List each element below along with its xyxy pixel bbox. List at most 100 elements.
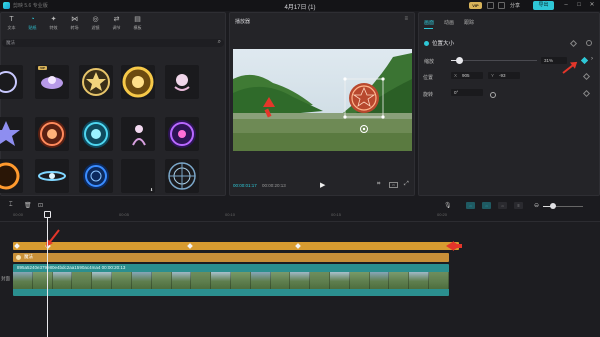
vip-badge[interactable]: VIP	[469, 2, 482, 9]
fullscreen-icon[interactable]: ⤢	[404, 181, 409, 188]
tab-text[interactable]: T 文本	[1, 13, 22, 35]
sticker-thumb	[0, 162, 20, 190]
media-panel: T 文本 ◔ 贴纸 ✦ 特效 ⋈ 转场 ◎ 滤镜 ⇄ 调节 ▤ 模板 魔法 ⌕	[0, 12, 226, 209]
close-icon[interactable]: ✕	[586, 0, 598, 11]
category-filter[interactable]: 魔法 ⌕	[2, 39, 224, 47]
tab-effects[interactable]: ✦ 特效	[43, 13, 64, 35]
crop-icon[interactable]: ⌗	[377, 181, 380, 188]
timeline-ruler[interactable]: 00:00 00:05 00:10 00:15 00:20	[0, 211, 600, 222]
sticker-tile[interactable]	[165, 65, 199, 99]
adjust-icon: ⇄	[113, 16, 120, 23]
sticker-tile[interactable]	[0, 159, 23, 193]
scale-slider-handle[interactable]	[456, 57, 463, 64]
keyframe-marker[interactable]	[295, 243, 301, 249]
video-thumbnail-frame	[290, 272, 311, 289]
position-y-field[interactable]: Y -93	[488, 72, 520, 79]
sticker-tile[interactable]	[0, 65, 23, 99]
sticker-clip[interactable]: 魔法	[13, 253, 449, 262]
rotate-dial-icon[interactable]	[490, 92, 496, 98]
share-button[interactable]: 分享	[510, 2, 520, 9]
download-icon[interactable]: ⬇	[150, 188, 154, 192]
video-clip-name: 895a5240e379e80e4bdc2aa1590ac4ma4 00:00:…	[17, 265, 126, 270]
sticker-tile[interactable]	[0, 117, 23, 151]
split-icon[interactable]: ⌶	[9, 202, 13, 209]
sticker-thumb	[82, 68, 110, 96]
ruler-tick-label: 00:00	[13, 212, 24, 217]
sticker-tile[interactable]: ⬇	[121, 159, 155, 193]
aspect-ratio-button[interactable]: ▭	[389, 182, 398, 188]
shortcut-icon[interactable]	[498, 2, 505, 9]
linkage-icon[interactable]: ⇔	[498, 202, 507, 209]
video-thumbnail-frame	[13, 272, 33, 289]
sticker-tile[interactable]	[35, 117, 69, 151]
player-panel: 播放器 ≡ 00:00:01:17 00:00:20:13 ▶ ⌗ ▭ ⤢	[229, 12, 415, 196]
playhead[interactable]	[47, 213, 48, 337]
position-x-field[interactable]: X 905	[451, 72, 483, 79]
tab-adjust[interactable]: ⇄ 调节	[106, 13, 127, 35]
next-keyframe-icon[interactable]: ›	[591, 56, 593, 62]
sticker-tile[interactable]	[35, 159, 69, 193]
annotation-arrow	[263, 97, 275, 118]
rotate-field[interactable]: 0°	[451, 89, 483, 96]
microphone-icon[interactable]: 🎙	[444, 202, 452, 209]
sticker-tile[interactable]	[79, 117, 113, 151]
maximize-icon[interactable]: □	[573, 0, 585, 11]
playhead-handle[interactable]	[44, 211, 51, 218]
zoom-out-icon[interactable]: ⊖	[534, 202, 539, 209]
keyframe-marker[interactable]	[14, 243, 20, 249]
sticker-tile[interactable]	[121, 65, 155, 99]
preview-axis-icon[interactable]: ≡	[514, 202, 523, 209]
layout-icon[interactable]	[487, 2, 494, 9]
scale-value-field[interactable]: 31%	[541, 57, 567, 64]
sticker-tile[interactable]	[165, 117, 199, 151]
section-toggle-icon[interactable]	[424, 41, 429, 46]
sticker-tile[interactable]: VIP	[35, 65, 69, 99]
tab-transition[interactable]: ⋈ 转场	[64, 13, 85, 35]
sticker-tile[interactable]	[79, 65, 113, 99]
tab-template[interactable]: ▤ 模板	[127, 13, 148, 35]
sticker-thumb	[0, 71, 17, 93]
export-button[interactable]: 导出	[533, 1, 554, 10]
keyframe-marker[interactable]	[187, 243, 193, 249]
tab-picture[interactable]: 画面	[424, 19, 434, 26]
current-timecode: 00:00:01:17	[233, 183, 257, 188]
sticker-tile[interactable]	[121, 117, 155, 151]
menu-icon[interactable]: ≡	[404, 16, 408, 22]
video-thumbnail-frame	[310, 272, 330, 289]
annotation-arrow	[446, 241, 462, 251]
video-thumbnail-frame	[429, 272, 449, 289]
tab-filter[interactable]: ◎ 滤镜	[85, 13, 106, 35]
video-clip[interactable]: 895a5240e379e80e4bdc2aa1590ac4ma4 00:00:…	[13, 264, 449, 296]
tab-tracking[interactable]: 跟踪	[464, 19, 474, 26]
main-track-magnet-icon[interactable]: ⇔	[466, 202, 475, 209]
play-icon[interactable]: ▶	[320, 181, 325, 189]
search-icon[interactable]: ⌕	[218, 39, 221, 46]
zoom-slider-handle[interactable]	[550, 203, 556, 209]
rotate-value: 0°	[454, 90, 459, 95]
section-position-size[interactable]: 位置大小	[424, 39, 454, 47]
video-preview[interactable]	[233, 49, 412, 151]
sticker-thumb	[83, 163, 109, 189]
scale-slider-track[interactable]	[451, 60, 537, 61]
video-thumbnail-frame	[230, 272, 251, 289]
tab-sticker[interactable]: ◔ 贴纸	[22, 13, 43, 35]
reset-icon[interactable]	[586, 40, 592, 46]
video-thumbnail-frame	[112, 272, 132, 289]
delete-icon[interactable]: 🗑	[24, 202, 32, 209]
auto-snap-icon[interactable]: ⇔	[482, 202, 491, 209]
text-icon: T	[9, 16, 14, 23]
freeze-icon[interactable]: ⊡	[38, 202, 43, 209]
minimize-icon[interactable]: –	[560, 0, 572, 11]
sticker-keyframe-clip[interactable]	[13, 242, 459, 250]
video-thumbnail-frame	[52, 272, 73, 289]
video-thumbnail-frame	[171, 272, 192, 289]
video-thumbnail-frame	[349, 272, 370, 289]
video-thumbnail-frame	[32, 272, 53, 289]
sticker-tile[interactable]	[79, 159, 113, 193]
cover-label[interactable]: 封面	[1, 276, 10, 282]
tab-animation[interactable]: 动画	[444, 19, 454, 26]
keyframe-icon[interactable]	[569, 39, 578, 48]
sticker-tile[interactable]	[165, 159, 199, 193]
template-icon: ▤	[134, 16, 141, 23]
sticker-thumb	[132, 125, 146, 146]
